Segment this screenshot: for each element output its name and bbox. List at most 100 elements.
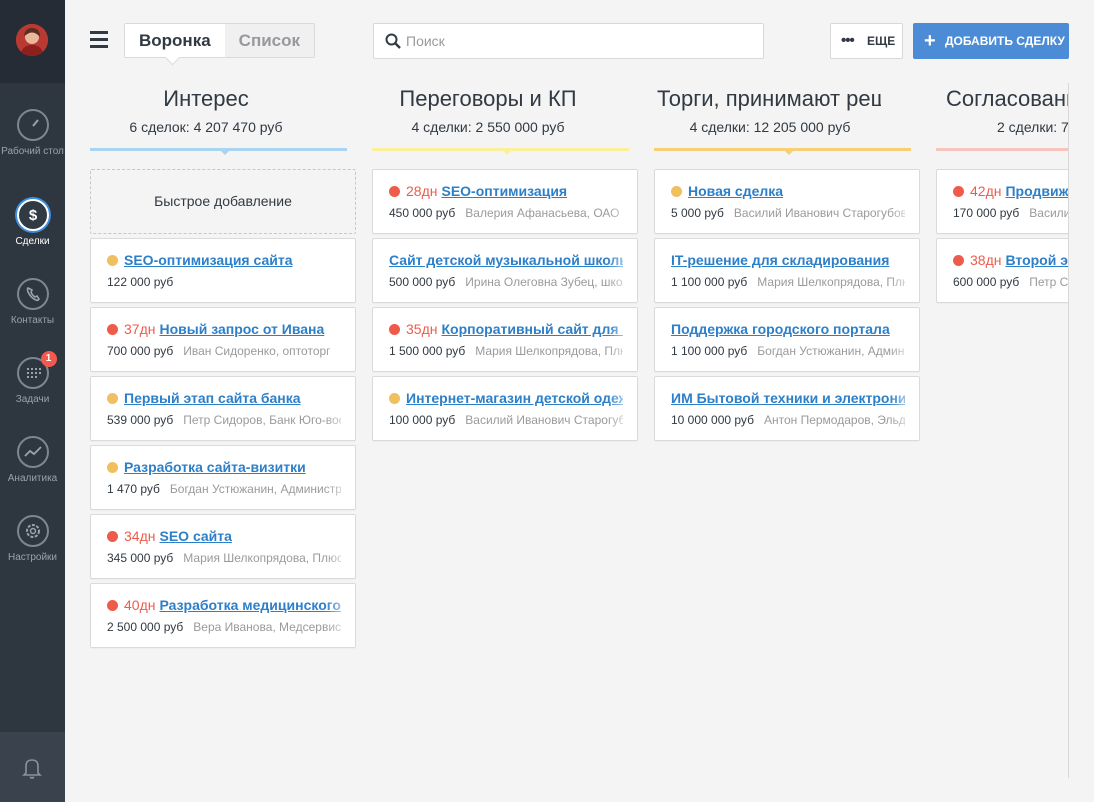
deal-title-link[interactable]: Корпоративный сайт для завода [441,321,623,337]
deal-title-link[interactable]: Поддержка городского портала [671,321,890,337]
deal-card[interactable]: Первый этап сайта банка 539 000 руб Петр С… [90,376,356,441]
deal-contact[interactable]: Ирина Олеговна Зубец, школа [465,275,623,289]
deal-title-link[interactable]: SEO-оптимизация сайта [124,252,293,268]
user-profile[interactable] [0,0,65,83]
deal-card[interactable]: 37дн Новый запрос от Ивана 700 000 руб Иван… [90,307,356,372]
deal-card-details: 5 000 руб Василий Иванович Старогубов [671,206,905,220]
deal-contact[interactable]: Василий Иванович Старогубов [465,413,623,427]
deal-card[interactable]: 35днКорпоративный сайт для завода 1 500 0… [372,307,638,372]
deal-title-link[interactable]: SEO-оптимизация [441,183,567,199]
deal-price: 450 000 руб [389,206,456,220]
deal-title-link[interactable]: Продвижение [1005,183,1069,199]
deal-contact[interactable]: Василий Иванович Старогубов [734,206,905,220]
column-title[interactable]: Торги, принимают решение [657,83,881,112]
pipeline-column: Переговоры и КП 4 сделки: 2 550 000 руб 28… [347,83,638,441]
overdue-days: 28дн [406,183,438,199]
text-fade [607,308,637,371]
text-fade [889,377,919,440]
deal-contact[interactable]: Мария Шелкопрядова, Плюс [757,275,905,289]
nav-tasks-label: Задачи [15,394,50,405]
deal-card-details: 700 000 руб Иван Сидоренко, оптоторг [107,344,341,358]
calendar-icon: 1 [16,351,57,389]
deal-title-link[interactable]: IT-решение для складирования [671,252,889,268]
deal-contact[interactable]: Мария Шелкопрядова, Плюс [183,551,341,565]
nav-contacts[interactable]: Контакты [0,278,65,326]
deal-card[interactable]: Новая сделка 5 000 руб Василий Иванович Ст… [654,169,920,234]
deal-title-link[interactable]: Разработка медицинского портала [159,597,341,613]
deal-card[interactable]: Разработка сайта-визитки 1 470 руб Богдан … [90,445,356,510]
deal-contact[interactable]: Иван Сидоренко, оптоторг [183,344,330,358]
deal-card-details: 10 000 000 руб Антон Пермодаров, Эльдорад… [671,413,905,427]
deal-contact[interactable]: Валерия Афанасьева, ОАО [465,206,619,220]
nav-analytics[interactable]: Аналитика [0,436,65,484]
deal-title-link[interactable]: Разработка сайта-визитки [124,459,306,475]
deal-title-link[interactable]: ИМ Бытовой техники и электроники [671,390,905,406]
deal-card-details: 1 100 000 руб Богдан Устюжанин, Администр… [671,344,905,358]
deal-title-link[interactable]: Первый этап сайта банка [124,390,301,406]
column-summary: 4 сделки: 12 205 000 руб [689,119,851,135]
deal-contact[interactable]: Мария Шелкопрядова, Плюс [475,344,623,358]
deal-title-link[interactable]: Сайт детской музыкальной школы [389,252,623,268]
deal-price: 1 100 000 руб [671,344,748,358]
board-scrollbar[interactable] [1068,83,1069,778]
column-title[interactable]: Переговоры и КП [347,83,629,112]
deal-contact[interactable]: Антон Пермодаров, Эльдорадо [764,413,905,427]
deal-title-link[interactable]: Второй этап [1005,252,1069,268]
deal-card-header: 37дн Новый запрос от Ивана [107,321,341,337]
deal-price: 10 000 000 руб [671,413,754,427]
deal-title-link[interactable]: Новый запрос от Ивана [159,321,324,337]
deal-title-link[interactable]: SEO сайта [159,528,231,544]
deal-contact[interactable]: Богдан Устюжанин, Администрация [170,482,341,496]
deal-price: 700 000 руб [107,344,174,358]
view-funnel-button[interactable]: Воронка [125,24,225,57]
deal-card[interactable]: 42днПродвижение 170 000 руб Василий [936,169,1069,234]
deal-contact[interactable]: Петр Сидоров, Банк Юго-восток [183,413,341,427]
column-title[interactable]: Интерес [65,83,347,112]
stage-arrow-icon [501,149,513,155]
deal-card-header: 40днРазработка медицинского портала [107,597,341,613]
status-dot-icon [953,185,964,197]
deal-contact[interactable]: Петр С [1029,275,1068,289]
deal-card[interactable]: ИМ Бытовой техники и электроники 10 000 0… [654,376,920,441]
search-input[interactable] [406,24,756,58]
status-dot-icon [107,254,118,266]
nav-settings[interactable]: Настройки [0,515,65,563]
deal-contact[interactable]: Василий [1029,206,1069,220]
column-header: Интерес 6 сделок: 4 207 470 руб [65,83,347,155]
deal-title-link[interactable]: Интернет-магазин детской одежды [406,390,623,406]
deal-card[interactable]: Сайт детской музыкальной школы 500 000 ру… [372,238,638,303]
nav-analytics-label: Аналитика [7,473,58,484]
avatar[interactable] [16,24,48,56]
dashboard-icon [16,109,49,141]
nav-deals[interactable]: $ Сделки [0,199,65,247]
menu-icon[interactable] [90,31,108,48]
deal-title-link[interactable]: Новая сделка [688,183,783,199]
deal-card[interactable]: 40днРазработка медицинского портала 2 500… [90,583,356,648]
deal-card-header: 35днКорпоративный сайт для завода [389,321,623,337]
plus-icon: + [924,30,936,52]
column-title[interactable]: Согласование договора [911,83,1069,112]
deal-card[interactable]: 28дн SEO-оптимизация 450 000 руб Валерия Аф… [372,169,638,234]
deal-contact[interactable]: Богдан Устюжанин, Администрация [757,344,905,358]
view-toggle: Воронка Список [124,23,316,58]
deal-card[interactable]: SEO-оптимизация сайта 122 000 руб [90,238,356,303]
nav-dashboard[interactable]: Рабочий стол [0,109,65,157]
more-button[interactable]: ••• ЕЩЕ [830,23,903,59]
quick-add-button[interactable]: Быстрое добавление [90,169,356,234]
column-summary: 4 сделки: 2 550 000 руб [411,119,565,135]
deal-card[interactable]: Интернет-магазин детской одежды 100 000 р… [372,376,638,441]
nav-tasks[interactable]: 1 Задачи [0,351,65,405]
search-box [373,23,764,59]
deal-card[interactable]: IT-решение для складирования 1 100 000 ру… [654,238,920,303]
notifications-button[interactable] [0,732,65,802]
deal-price: 1 500 000 руб [389,344,466,358]
deal-card[interactable]: 38днВторой этап 600 000 руб Петр С [936,238,1069,303]
pipeline-board: Интерес 6 сделок: 4 207 470 руб Быстрое до… [65,83,1069,802]
deal-card[interactable]: 34дн SEO сайта 345 000 руб Мария Шелкопрядо… [90,514,356,579]
dollar-icon: $ [16,199,49,231]
deal-contact[interactable]: Вера Иванова, Медсервис [193,620,341,634]
deal-card[interactable]: Поддержка городского портала 1 100 000 ру… [654,307,920,372]
view-list-button[interactable]: Список [225,24,314,57]
add-deal-button[interactable]: + ДОБАВИТЬ СДЕЛКУ [913,23,1069,59]
deal-card-details: 122 000 руб [107,275,341,289]
